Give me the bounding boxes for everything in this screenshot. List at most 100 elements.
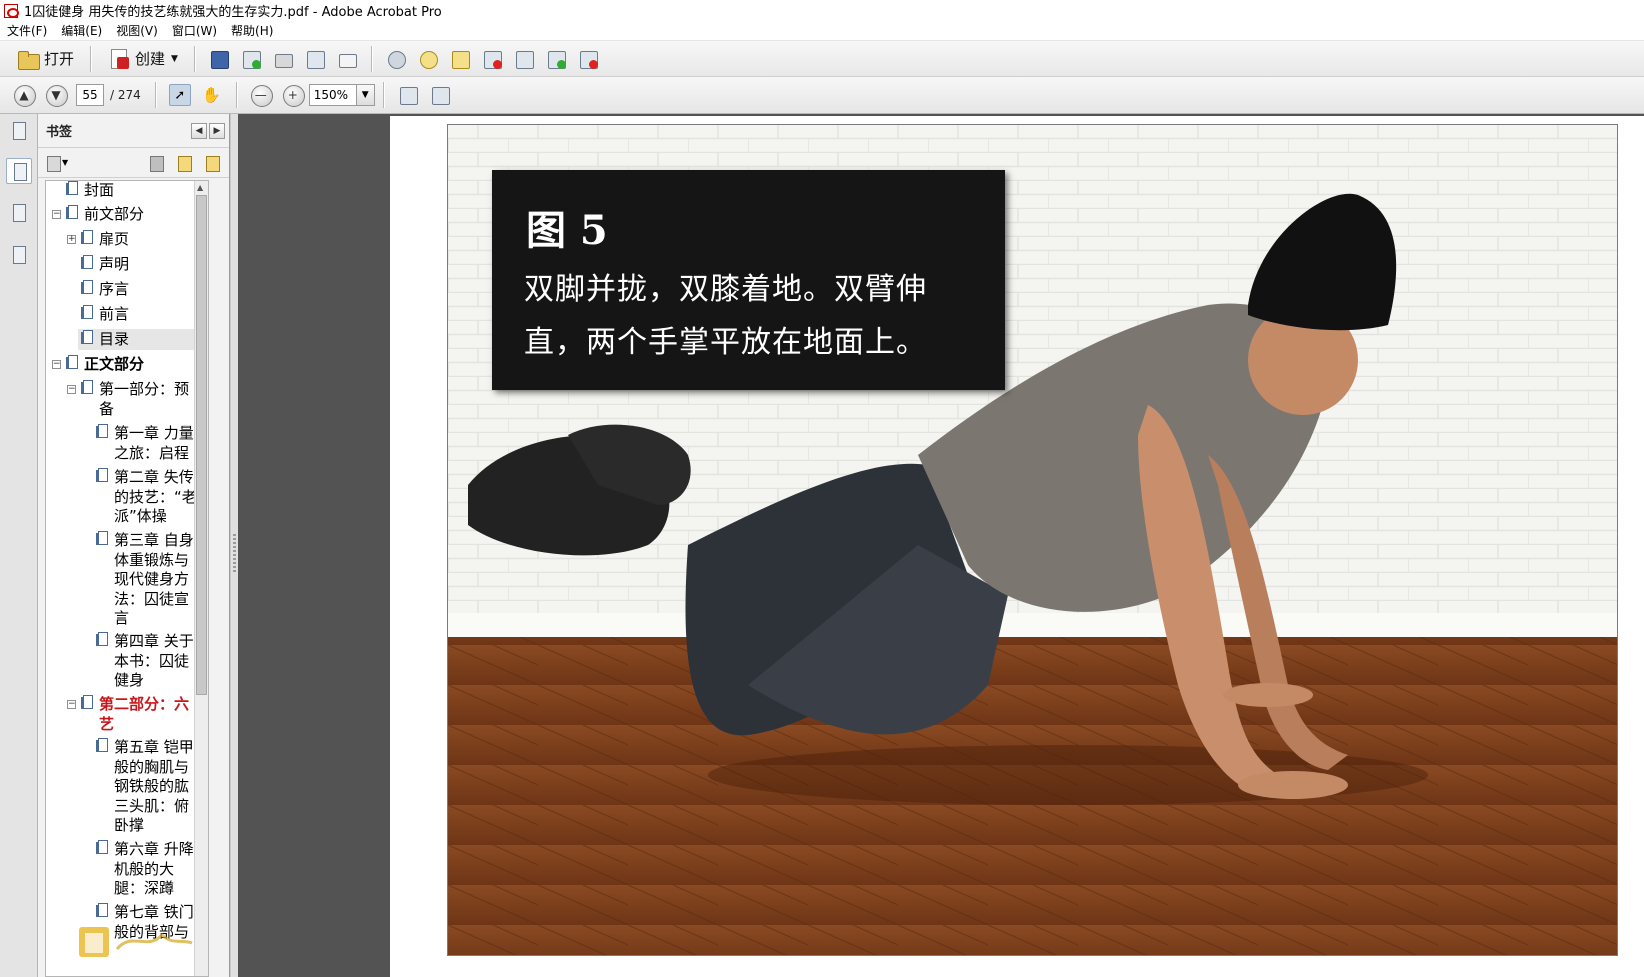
bookmark-title-page[interactable]: 扉页 <box>99 230 129 250</box>
collapse-toggle-icon[interactable]: − <box>52 210 61 219</box>
print-icon[interactable] <box>272 48 294 70</box>
bookmark-statement[interactable]: 声明 <box>99 255 129 275</box>
zoom-in-icon[interactable]: + <box>282 84 305 107</box>
bookmark-icon <box>96 468 108 482</box>
highlight-icon[interactable] <box>449 48 471 70</box>
bookmark-part-one[interactable]: 第一部分：预备 <box>99 380 197 419</box>
export-icon[interactable] <box>545 48 567 70</box>
title-bar: 1囚徒健身 用失传的技艺练就强大的生存实力.pdf - Adobe Acroba… <box>0 0 1644 21</box>
expand-toggle-icon[interactable]: + <box>67 235 76 244</box>
bookmarks-icon[interactable] <box>6 158 32 184</box>
scrollbar-thumb[interactable] <box>196 195 207 695</box>
settings-icon[interactable] <box>385 48 407 70</box>
scroll-up-icon[interactable]: ▲ <box>197 183 203 192</box>
exercise-photo: 图 5 双脚并拢，双膝着地。双臂伸 直，两个手掌平放在地面上。 <box>447 124 1618 956</box>
page-thumbnails-icon[interactable] <box>6 118 32 144</box>
bookmark-icon <box>81 695 93 709</box>
bookmark-front-matter[interactable]: 前文部分 <box>84 205 144 225</box>
bookmark-icon <box>81 380 93 394</box>
bookmark-chapter-2[interactable]: 第二章 失传的技艺：“老派”体操 <box>114 468 199 527</box>
create-label: 创建 <box>135 50 166 68</box>
figure-title: 图 5 <box>526 207 608 254</box>
email-icon[interactable] <box>336 48 358 70</box>
bookmark-icon <box>81 280 93 294</box>
sign-icon[interactable] <box>577 48 599 70</box>
chevron-down-icon: ▼ <box>171 53 178 64</box>
signatures-icon[interactable] <box>6 242 32 268</box>
figure-caption-box: 图 5 双脚并拢，双膝着地。双臂伸 直，两个手掌平放在地面上。 <box>492 170 1005 390</box>
bookmarks-panel-title: 书签 <box>46 125 73 140</box>
collapse-panel-icon[interactable]: ◀ <box>191 123 207 139</box>
bookmark-icon <box>66 181 78 195</box>
bookmark-options-icon[interactable] <box>44 154 62 172</box>
bookmark-preface[interactable]: 前言 <box>99 305 129 325</box>
expand-bookmark-icon[interactable] <box>203 154 221 172</box>
caption-line-1: 双脚并拢，双膝着地。双臂伸 <box>524 272 927 307</box>
panel-options-icon[interactable]: ▶ <box>209 123 225 139</box>
delete-bookmark-icon[interactable] <box>147 154 165 172</box>
toolbar-separator <box>235 82 237 108</box>
next-page-icon[interactable]: ▼ <box>45 84 68 107</box>
bookmark-chapter-4[interactable]: 第四章 关于本书：囚徒健身 <box>114 632 199 691</box>
bookmark-icon <box>96 531 108 545</box>
bookmark-icon <box>96 424 108 438</box>
menu-help[interactable]: 帮助(H) <box>224 22 280 39</box>
bookmarks-panel: 书签 ◀ ▶ ▼ 封面 − 前文部分 + 扉页 声明 序言 前言 目录 − 正文… <box>38 114 230 977</box>
toolbar-separator <box>370 45 372 72</box>
bookmark-chapter-3[interactable]: 第三章 自身体重锻炼与现代健身方法：囚徒宣言 <box>114 531 199 629</box>
menu-window[interactable]: 窗口(W) <box>165 22 224 39</box>
bookmark-chapter-6[interactable]: 第六章 升降机般的大腿：深蹲 <box>114 840 199 899</box>
collapse-toggle-icon[interactable]: − <box>52 360 61 369</box>
open-button[interactable]: 打开 <box>8 45 78 73</box>
previous-page-icon[interactable]: ▲ <box>13 84 36 107</box>
zoom-dropdown-icon[interactable]: ▼ <box>356 84 375 106</box>
menu-view[interactable]: 视图(V) <box>109 22 165 39</box>
bookmark-chapter-1[interactable]: 第一章 力量之旅：启程 <box>114 424 199 463</box>
document-canvas[interactable]: 图 5 双脚并拢，双膝着地。双臂伸 直，两个手掌平放在地面上。 <box>238 114 1644 977</box>
page-number-input[interactable]: 55 <box>76 84 104 106</box>
upload-icon[interactable] <box>240 48 262 70</box>
fit-width-icon[interactable] <box>397 84 419 106</box>
bookmark-highlight <box>78 329 195 350</box>
select-tool-icon[interactable]: ➚ <box>168 84 191 106</box>
toolbar-separator <box>90 45 92 72</box>
attachments-icon[interactable] <box>6 200 32 226</box>
delete-pdf-icon[interactable] <box>481 48 503 70</box>
chevron-down-icon[interactable]: ▼ <box>62 158 68 167</box>
search-doc-icon[interactable] <box>513 48 535 70</box>
splitter-grip[interactable] <box>233 534 236 574</box>
bookmark-icon <box>81 255 93 269</box>
pdf-page: 图 5 双脚并拢，双膝着地。双臂伸 直，两个手掌平放在地面上。 <box>390 116 1644 977</box>
acrobat-app-icon <box>4 3 19 18</box>
bookmarks-scrollbar[interactable]: ▲ <box>194 181 208 976</box>
bookmark-cover[interactable]: 封面 <box>84 181 114 201</box>
navigation-pane-strip <box>0 114 38 977</box>
save-icon[interactable] <box>208 48 230 70</box>
collapse-toggle-icon[interactable]: − <box>67 700 76 709</box>
figure-caption: 双脚并拢，双膝着地。双臂伸 直，两个手掌平放在地面上。 <box>524 263 984 369</box>
zoom-level-field[interactable]: 150% <box>308 84 357 106</box>
bookmark-icon <box>96 632 108 646</box>
bookmark-chapter-5[interactable]: 第五章 铠甲般的胸肌与钢铁般的肱三头肌：俯卧撑 <box>114 738 199 836</box>
toolbar-separator <box>154 82 156 108</box>
fit-page-icon[interactable] <box>429 84 451 106</box>
menu-file[interactable]: 文件(F) <box>0 22 54 39</box>
panel-splitter[interactable] <box>230 114 238 977</box>
bookmark-main-body[interactable]: 正文部分 <box>84 355 144 375</box>
zoom-out-icon[interactable]: — <box>250 84 273 107</box>
watermark-logo <box>79 927 193 957</box>
edit-icon[interactable] <box>304 48 326 70</box>
page-total: / 274 <box>110 88 141 102</box>
bookmark-part-two[interactable]: 第二部分：六艺 <box>99 695 199 734</box>
main-toolbar: 打开 创建 ▼ <box>0 41 1644 77</box>
comment-icon[interactable] <box>417 48 439 70</box>
new-bookmark-icon[interactable] <box>175 154 193 172</box>
bookmark-contents[interactable]: 目录 <box>99 330 129 350</box>
create-button[interactable]: 创建 ▼ <box>99 45 182 73</box>
collapse-toggle-icon[interactable]: − <box>67 385 76 394</box>
menu-edit[interactable]: 编辑(E) <box>54 22 109 39</box>
hand-tool-icon[interactable]: ✋ <box>201 84 223 106</box>
bookmark-foreword[interactable]: 序言 <box>99 280 129 300</box>
bookmark-icon <box>66 355 78 369</box>
bookmark-icon <box>66 205 78 219</box>
